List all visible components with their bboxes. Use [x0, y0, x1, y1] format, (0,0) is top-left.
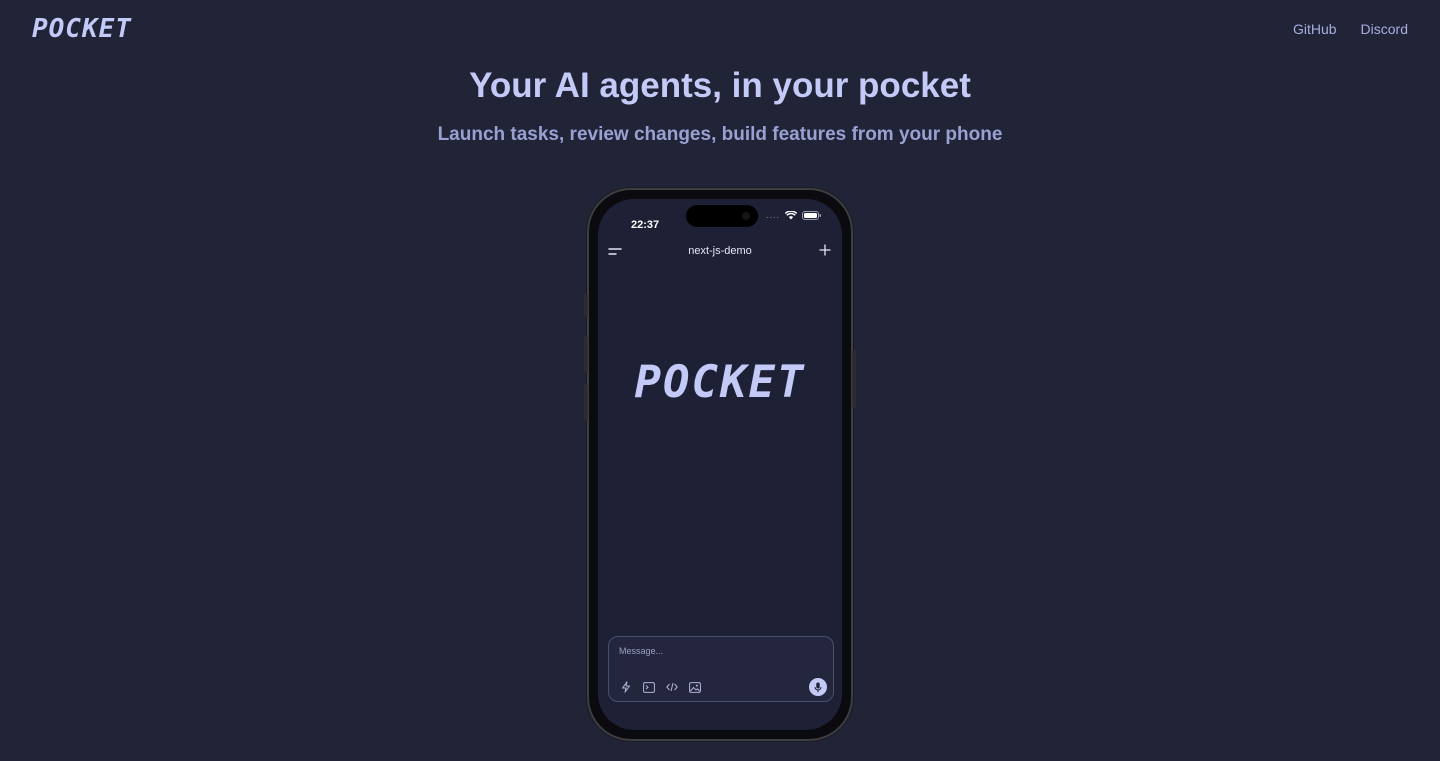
app-logo: POCKET	[634, 357, 806, 408]
phone-side-button-action	[584, 294, 588, 316]
dynamic-island	[686, 205, 758, 227]
microphone-button[interactable]	[809, 678, 827, 696]
image-icon[interactable]	[688, 680, 702, 694]
site-logo[interactable]: POCKET	[32, 14, 132, 44]
battery-icon	[802, 210, 821, 220]
top-nav: GitHub Discord	[1293, 21, 1408, 37]
phone-side-button-power	[852, 350, 856, 408]
signal-icon: ....	[765, 210, 780, 220]
landing-page: POCKET GitHub Discord Your AI agents, in…	[0, 0, 1440, 761]
hero-subtitle: Launch tasks, review changes, build feat…	[437, 124, 1003, 145]
composer-toolbar	[619, 680, 702, 694]
hero-title: Your AI agents, in your pocket	[469, 66, 971, 105]
phone-screen: 22:37 .... next-js-demo POCKET Message..…	[598, 199, 842, 730]
plus-icon[interactable]	[818, 243, 832, 257]
lightning-icon[interactable]	[619, 680, 633, 694]
phone-mockup: 22:37 .... next-js-demo POCKET Message..…	[584, 188, 856, 741]
message-input[interactable]	[617, 645, 821, 657]
wifi-icon	[785, 210, 797, 219]
phone-side-button-volume-down	[584, 384, 588, 420]
message-composer	[608, 636, 834, 702]
status-time: 22:37	[631, 219, 660, 231]
phone-side-button-volume-up	[584, 336, 588, 372]
camera-icon	[742, 212, 750, 220]
status-indicators: ....	[766, 210, 822, 220]
microphone-icon	[814, 682, 822, 692]
terminal-icon[interactable]	[642, 680, 656, 694]
nav-link-github[interactable]: GitHub	[1293, 21, 1337, 37]
project-title: next-js-demo	[688, 245, 752, 257]
nav-link-discord[interactable]: Discord	[1361, 21, 1408, 37]
code-icon[interactable]	[665, 680, 679, 694]
